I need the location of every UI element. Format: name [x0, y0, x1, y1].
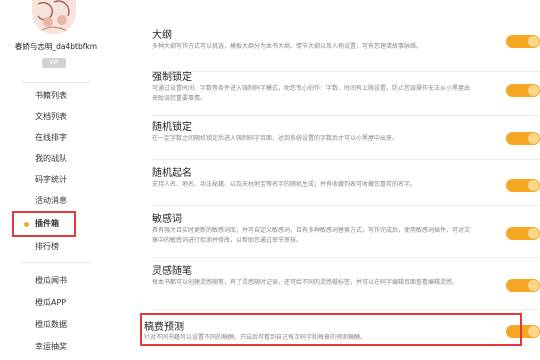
plugin-title: 强制锁定: [152, 72, 192, 83]
plugin-title: 大纲: [152, 30, 172, 41]
plugin-title: 敏感词: [152, 214, 182, 225]
menu-divider: [22, 262, 90, 263]
sidebar-item-book-list[interactable]: 书籍列表: [0, 88, 112, 104]
sidebar-item-my-team[interactable]: 我的战队: [0, 151, 112, 167]
plugin-description: 多种大纲写作方式可以挑选，模板大纲分为本书大纲、情节大纲以及人物设置，可有您理清…: [152, 43, 423, 50]
plugin-row-sensitive-words: 敏感词 具有强大且实时更新的敏感词库，并可自定义敏感词，且有多种敏感词替换方式，…: [152, 208, 540, 258]
toggle-knob: [528, 85, 539, 96]
sidebar-item-online-typeset[interactable]: 在线排字: [0, 130, 112, 146]
sidebar-item-leaderboard[interactable]: 排行榜: [0, 239, 112, 255]
plugin-description: 具有强大且实时更新的敏感词库，并可自定义敏感词，且有多种敏感词替换方式，写作完成…: [152, 227, 471, 244]
plugin-description: 每本书都可以创建灵感随笔，有了灵感随时记录，还可给不同的灵感做标签，并可以在码字…: [152, 279, 459, 286]
vip-badge: VIP: [42, 58, 66, 68]
plugin-description: 支持人名、地名、功法秘籍、以及天材地宝等名字的随机生成；并有收藏列表可收藏您喜欢…: [152, 181, 417, 188]
sidebar-item-chenggua-app[interactable]: 橙瓜APP: [0, 295, 112, 311]
sidebar-item-activity-messages[interactable]: 活动消息: [0, 193, 112, 209]
sidebar-item-doc-list[interactable]: 文档列表: [0, 109, 112, 125]
plugin-title: 灵感随笔: [152, 266, 192, 277]
plugin-row-random-naming: 随机起名 支持人名、地名、功法秘籍、以及天材地宝等名字的随机生成；并有收藏列表可…: [152, 162, 540, 206]
plugin-row-outline: 大纲 多种大纲写作方式可以挑选，模板大纲分为本书大纲、情节大纲以及人物设置，可有…: [152, 24, 540, 72]
plugin-title: 随机起名: [152, 168, 192, 179]
plugin-box-highlight: [12, 211, 76, 237]
sidebar: 春娇与志明_da4btbfkm VIP 书籍列表 文档列表 在线排字 我的战队 …: [0, 0, 112, 360]
plugin-description: 可通过设置时间、字数等条件进入强制码字模式，助您专心创作：字数、时间有上限设置，…: [152, 85, 471, 102]
plugin-toggle-outline[interactable]: [506, 35, 540, 48]
toggle-knob: [528, 326, 539, 337]
toggle-knob: [528, 133, 539, 144]
toggle-knob: [528, 180, 539, 191]
plugin-toggle-sensitive-words[interactable]: [506, 227, 540, 240]
plugin-toggle-random-lock[interactable]: [506, 132, 540, 145]
plugin-description: 在一定字数之间随机锁定后进入强制码字页面，达到系统设置的字数后才可以小黑屋中出来…: [152, 135, 399, 142]
sidebar-item-chenggua-books[interactable]: 橙瓜闻书: [0, 273, 112, 289]
sidebar-item-chenggua-data[interactable]: 橙瓜数据: [0, 317, 112, 333]
menu-divider: [22, 82, 90, 83]
toggle-knob: [528, 280, 539, 291]
sidebar-item-word-stats[interactable]: 码字统计: [0, 172, 112, 188]
royalty-forecast-highlight: [140, 313, 522, 346]
sidebar-item-lucky-draw[interactable]: 幸运抽奖: [0, 339, 112, 355]
plugin-row-inspiration-notes: 灵感随笔 每本书都可以创建灵感随笔，有了灵感随时记录，还可给不同的灵感做标签，并…: [152, 260, 540, 310]
toggle-knob: [528, 36, 539, 47]
avatar[interactable]: [32, 0, 76, 34]
plugin-row-random-lock: 随机锁定 在一定字数之间随机锁定后进入强制码字页面，达到系统设置的字数后才可以小…: [152, 116, 540, 160]
plugin-toggle-inspiration-notes[interactable]: [506, 279, 540, 292]
avatar-illustration-icon: [32, 0, 76, 34]
plugin-list: 大纲 多种大纲写作方式可以挑选，模板大纲分为本书大纲、情节大纲以及人物设置，可有…: [120, 0, 540, 360]
toggle-knob: [528, 228, 539, 239]
plugin-toggle-force-lock[interactable]: [506, 84, 540, 97]
plugin-row-force-lock: 强制锁定 可通过设置时间、字数等条件进入强制码字模式，助您专心创作：字数、时间有…: [152, 66, 540, 116]
plugin-title: 随机锁定: [152, 122, 192, 133]
username[interactable]: 春娇与志明_da4btbfkm: [0, 41, 112, 52]
plugin-toggle-random-naming[interactable]: [506, 179, 540, 192]
